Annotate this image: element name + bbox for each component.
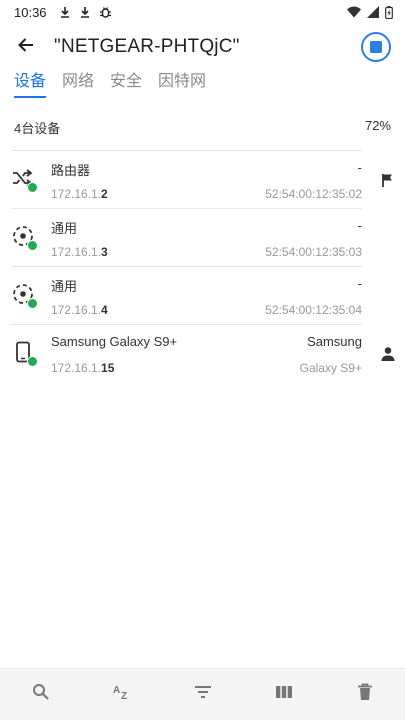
wifi-icon [347,6,361,18]
device-name: 路由器 [51,163,91,178]
status-bar: 10:36 [0,0,405,24]
device-vendor: - [357,276,362,291]
columns-button[interactable] [266,677,302,713]
device-vendor: Samsung [307,334,362,349]
phone-icon [12,341,38,367]
battery-icon [385,5,393,19]
bug-icon [99,6,112,19]
sort-button[interactable]: AZ [104,677,140,713]
stop-scan-icon [370,41,382,53]
device-vendor: - [357,218,362,233]
delete-button[interactable] [347,677,383,713]
filter-button[interactable] [185,677,221,713]
device-name: Samsung Galaxy S9+ [51,334,178,349]
device-name: 通用 [51,279,78,294]
scan-progress-percent: 72% [364,118,391,133]
columns-icon [275,685,293,704]
notification-icons [59,6,112,19]
filter-icon [194,685,212,704]
download-icon [79,6,91,19]
device-ip: 172.16.1.2 [51,187,108,201]
tab-network[interactable]: 网络 [62,70,94,100]
person-icon [378,344,398,364]
device-ip: 172.16.1.15 [51,361,115,375]
status-time: 10:36 [14,4,47,20]
system-icons [347,5,393,19]
device-name: 通用 [51,221,78,236]
download-icon [59,6,71,19]
device-mac: 52:54:00:12:35:03 [265,245,362,259]
device-count: 4台设备 [14,121,61,136]
back-button[interactable] [12,33,40,61]
device-vendor: - [357,160,362,175]
device-mac: 52:54:00:12:35:02 [265,187,362,201]
tab-bar: 设备 网络 安全 因特网 [0,70,405,100]
signal-icon [367,6,379,18]
router-icon [12,167,38,193]
device-ip: 172.16.1.4 [51,303,108,317]
stop-scan-button[interactable] [361,32,391,62]
delete-icon [357,683,373,706]
device-model: Galaxy S9+ [299,361,362,375]
device-row[interactable]: 路由器 172.16.1.2 - 52:54:00:12:35:02 [12,150,392,208]
device-row[interactable]: Samsung Galaxy S9+ 172.16.1.15 Samsung G… [12,324,395,382]
sort-az-icon: AZ [112,683,132,706]
search-icon [32,683,50,706]
device-mac: 52:54:00:12:35:04 [265,303,362,317]
device-summary: 4台设备 72% [14,118,391,137]
generic-device-icon [12,225,38,251]
page-title: "NETGEAR-PHTQjC" [54,36,240,57]
svg-text:A: A [113,685,120,696]
device-row[interactable]: 通用 172.16.1.3 - 52:54:00:12:35:03 [12,208,362,266]
tab-security[interactable]: 安全 [110,70,142,100]
device-row[interactable]: 通用 172.16.1.4 - 52:54:00:12:35:04 [12,266,362,324]
bottom-action-bar: AZ [0,668,405,720]
svg-text:Z: Z [121,691,127,701]
online-status-dot [27,182,38,193]
search-button[interactable] [23,677,59,713]
online-status-dot [27,298,38,309]
online-status-dot [27,356,38,367]
device-list: 路由器 172.16.1.2 - 52:54:00:12:35:02 通用 17… [0,150,405,382]
tab-internet[interactable]: 因特网 [158,70,206,100]
arrow-back-icon [17,36,35,59]
online-status-dot [27,240,38,251]
generic-device-icon [12,283,38,309]
app-toolbar: "NETGEAR-PHTQjC" [0,24,405,70]
tab-devices[interactable]: 设备 [14,70,47,100]
flag-icon [378,170,398,190]
device-ip: 172.16.1.3 [51,245,108,259]
